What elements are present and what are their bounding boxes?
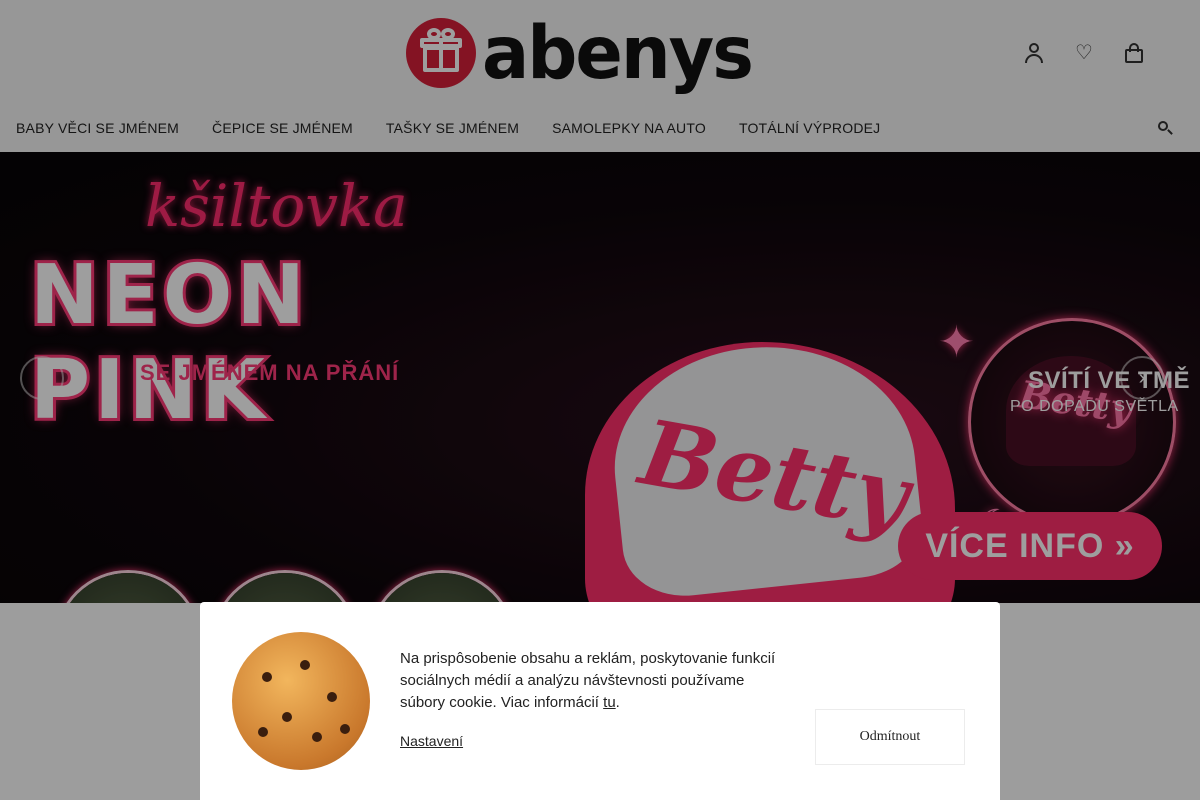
cookie-more-info-link[interactable]: tu <box>603 694 616 711</box>
cookie-decline-button[interactable]: Odmítnout <box>815 709 965 765</box>
cookie-image <box>232 632 370 770</box>
cookie-text-end: . <box>615 694 620 711</box>
cookie-consent-panel: Na prispôsobenie obsahu a reklám, poskyt… <box>200 602 1000 800</box>
cookie-settings-link[interactable]: Nastavení <box>400 733 463 749</box>
cookie-message: Na prispôsobenie obsahu a reklám, poskyt… <box>400 648 780 714</box>
cookie-text: Na prispôsobenie obsahu a reklám, poskyt… <box>400 650 776 711</box>
